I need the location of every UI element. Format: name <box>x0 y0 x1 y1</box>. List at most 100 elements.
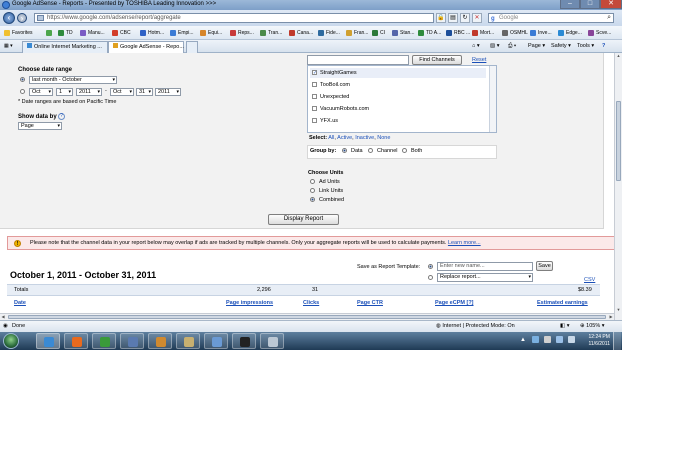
show-data-by-select[interactable]: Page ▾ <box>18 122 62 130</box>
favorite-link[interactable]: Edge... <box>558 29 582 37</box>
volume-icon[interactable] <box>568 336 575 343</box>
taskbar-app-button[interactable] <box>92 333 116 349</box>
address-input[interactable]: https://www.google.com/adsense/report/ag… <box>34 13 434 23</box>
stop-icon[interactable]: ✕ <box>472 13 482 23</box>
favorite-link[interactable]: Cana... <box>289 29 313 37</box>
template-name-input[interactable]: Enter new name... <box>437 262 533 271</box>
security-zone[interactable]: ◍ Internet | Protected Mode: On <box>436 321 515 332</box>
group-by-data-radio[interactable] <box>342 148 347 153</box>
favorite-link[interactable]: Stan... <box>392 29 414 37</box>
tools-menu[interactable]: Tools ▾ <box>577 42 594 51</box>
from-year-select[interactable]: 2011 ▾ <box>76 88 102 96</box>
tab-adsense-reports[interactable]: Google AdSense - Repo... ✕ <box>108 41 190 53</box>
select-active-link[interactable]: Active <box>337 135 352 141</box>
safety-menu[interactable]: Safety ▾ <box>551 42 571 51</box>
forward-icon[interactable]: › <box>17 13 27 23</box>
replace-template-select[interactable]: Replace report... ▾ <box>437 273 533 282</box>
learn-more-link[interactable]: Learn more... <box>448 240 481 246</box>
channel-checkbox[interactable] <box>312 106 317 111</box>
group-by-channel-radio[interactable] <box>368 148 373 153</box>
favorite-link[interactable]: TD <box>58 29 73 37</box>
taskbar-app-button[interactable] <box>176 333 200 349</box>
select-none-link[interactable]: None <box>377 135 390 141</box>
horizontal-scrollbar[interactable]: ◀ ▶ <box>0 313 614 320</box>
favorite-link[interactable]: Fide... <box>318 29 340 37</box>
select-inactive-link[interactable]: Inactive <box>355 135 374 141</box>
favorite-link[interactable]: OSMHL <box>502 29 528 37</box>
maximize-button[interactable]: □ <box>580 0 600 9</box>
to-day-select[interactable]: 31 ▾ <box>136 88 153 96</box>
find-channels-button[interactable]: Find Channels <box>412 55 462 65</box>
taskbar-app-button[interactable] <box>260 333 284 349</box>
taskbar-app-button[interactable] <box>36 333 60 349</box>
favorite-link[interactable]: Reps... <box>230 29 254 37</box>
tab-online-marketing[interactable]: Online Internet Marketing ... <box>22 41 108 53</box>
network-icon[interactable] <box>556 336 563 343</box>
replace-template-radio[interactable] <box>428 275 433 280</box>
home-icon[interactable]: ⌂ ▾ <box>472 42 480 51</box>
select-all-link[interactable]: All <box>328 135 334 141</box>
scroll-thumb[interactable] <box>616 101 621 181</box>
add-favorite-icon[interactable] <box>46 29 54 37</box>
column-header-date[interactable]: Date <box>14 300 26 306</box>
list-item[interactable]: VacuumRobots.com <box>310 104 486 114</box>
scroll-down-icon[interactable]: ▼ <box>616 307 621 312</box>
favorite-link[interactable]: TD A... <box>418 29 441 37</box>
page-menu[interactable]: Page ▾ <box>528 42 545 51</box>
help-icon[interactable]: ? <box>602 42 605 51</box>
lock-icon[interactable]: 🔒 <box>436 13 446 23</box>
taskbar-app-button[interactable] <box>232 333 256 349</box>
group-by-both-radio[interactable] <box>402 148 407 153</box>
minimize-button[interactable]: – <box>560 0 580 9</box>
taskbar-app-button[interactable] <box>120 333 144 349</box>
favorite-link[interactable]: Empi... <box>170 29 194 37</box>
units-combined-radio[interactable] <box>310 197 315 202</box>
custom-range-radio[interactable] <box>20 89 25 94</box>
favorite-link[interactable]: Inve... <box>530 29 552 37</box>
list-item[interactable]: ✓ StraightGames <box>310 68 486 78</box>
start-button[interactable] <box>3 333 19 349</box>
reset-link[interactable]: Reset <box>472 57 486 63</box>
search-input[interactable]: g Google ⌕ <box>488 13 614 23</box>
back-icon[interactable]: ‹ <box>3 12 15 24</box>
from-month-select[interactable]: Oct ▾ <box>29 88 53 96</box>
csv-link[interactable]: CSV <box>584 277 595 283</box>
channel-checkbox[interactable] <box>312 94 317 99</box>
preset-range-select[interactable]: last month - October ▾ <box>29 76 117 84</box>
save-template-button[interactable]: Save <box>536 261 553 271</box>
new-template-radio[interactable] <box>428 264 433 269</box>
show-desktop-button[interactable] <box>613 332 621 350</box>
favorite-link[interactable]: CI <box>372 29 385 37</box>
quick-tabs-icon[interactable]: ▦ ▾ <box>4 42 13 50</box>
from-day-select[interactable]: 1 ▾ <box>56 88 73 96</box>
print-icon[interactable]: ⎙ ▾ <box>508 42 516 51</box>
channel-checkbox[interactable] <box>312 82 317 87</box>
zoom-control[interactable]: ⊕ 105% ▾ <box>580 321 605 332</box>
column-header-page-ecpm[interactable]: Page eCPM [?] <box>435 300 474 306</box>
scroll-up-icon[interactable]: ▲ <box>616 53 621 58</box>
channel-checkbox[interactable]: ✓ <box>312 70 317 76</box>
list-item[interactable]: YFX.us <box>310 116 486 126</box>
clock[interactable]: 12:24 PM 11/6/2011 <box>588 334 610 348</box>
new-tab-button[interactable] <box>186 41 198 53</box>
close-button[interactable]: ✕ <box>600 0 622 9</box>
column-header-estimated-earnings[interactable]: Estimated earnings <box>537 300 588 306</box>
taskbar-app-button[interactable] <box>64 333 88 349</box>
favorite-link[interactable]: Manu... <box>80 29 105 37</box>
compat-view-icon[interactable]: ▤ <box>448 13 458 23</box>
flag-icon[interactable] <box>544 336 551 343</box>
favorite-link[interactable]: Hotm... <box>140 29 164 37</box>
favorite-link[interactable]: RBC ... <box>446 29 470 37</box>
favorite-link[interactable]: Equi... <box>200 29 222 37</box>
preset-range-radio[interactable] <box>20 77 25 82</box>
list-item[interactable]: TooBoil.com <box>310 80 486 90</box>
channel-search-input[interactable] <box>307 55 409 65</box>
column-header-page-ctr[interactable]: Page CTR <box>357 300 383 306</box>
favorites-button[interactable]: Favorites <box>4 29 33 37</box>
protected-mode-icon[interactable]: ◧ ▾ <box>560 321 570 332</box>
channel-list-scrollbar[interactable] <box>489 66 496 132</box>
vertical-scrollbar[interactable]: ▲ ▼ <box>614 53 622 320</box>
favorite-link[interactable]: CBC <box>112 29 131 37</box>
channel-checkbox[interactable] <box>312 118 317 123</box>
feeds-icon[interactable]: ▨ ▾ <box>490 42 500 51</box>
